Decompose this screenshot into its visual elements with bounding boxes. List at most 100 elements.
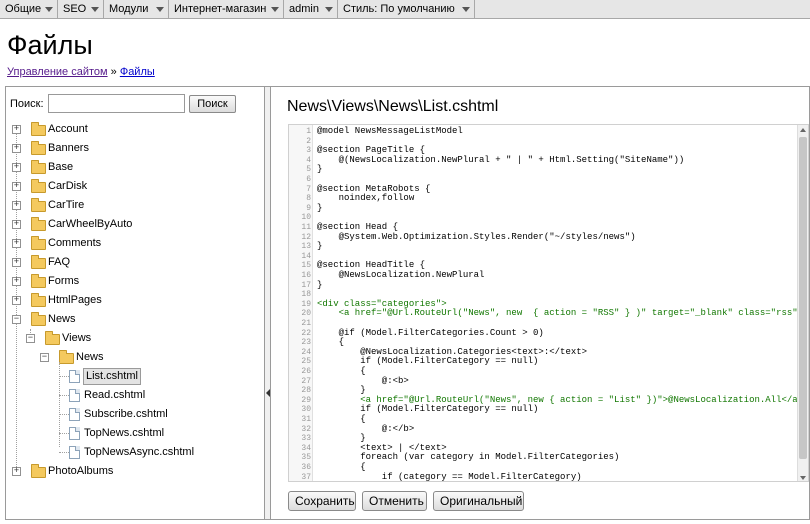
tree-file-subscribe[interactable]: Subscribe.cshtml [53,405,243,424]
code-line: @NewsLocalization.Categories<text>:</tex… [317,346,588,357]
tree-folder-comments[interactable]: + Comments [11,234,251,253]
tree-file-label: TopNewsAsync.cshtml [84,446,195,458]
line-number: 15 [301,261,311,271]
tree-folder-faq[interactable]: + FAQ [11,253,251,272]
folder-icon [31,464,46,478]
tree-file-topnewsasync[interactable]: TopNewsAsync.cshtml [53,443,243,462]
tree-folder-views-news[interactable]: − News [39,348,239,367]
vertical-scrollbar[interactable] [797,125,808,481]
tree-folder-label: CarTire [48,199,85,211]
line-number: 24 [301,347,311,357]
code-line: <div class="categories"> [317,298,447,309]
menu-seo[interactable]: SEO [58,0,104,19]
file-icon [69,427,80,440]
tree-file-read[interactable]: Read.cshtml [53,386,243,405]
minus-icon[interactable]: − [26,334,35,343]
code-line: } [317,433,366,444]
tree-folder-cardisk[interactable]: + CarDisk [11,177,251,196]
minus-icon[interactable]: − [40,353,49,362]
code-line: <a href="@Url.RouteUrl("News", new { act… [317,394,804,405]
line-number: 27 [301,376,311,386]
tree-folder-label: Views [62,332,92,344]
minus-icon[interactable]: − [12,315,21,324]
tree-file-list[interactable]: List.cshtml [53,367,243,386]
file-path-heading: News\Views\News\List.cshtml [287,98,499,115]
plus-icon[interactable]: + [12,163,21,172]
plus-icon[interactable]: + [12,296,21,305]
plus-icon[interactable]: + [12,201,21,210]
save-button[interactable]: Сохранить [288,491,356,511]
scroll-down-icon[interactable] [800,476,806,480]
original-button[interactable]: Оригинальный [433,491,524,511]
search-input[interactable] [48,94,185,113]
tree-guide-line [59,414,69,415]
menu-general[interactable]: Общие [0,0,58,19]
menu-seo-label: SEO [63,3,87,15]
line-number: 33 [301,434,311,444]
code-line: } [317,241,323,252]
tree-folder-carwheelbyauto[interactable]: + CarWheelByAuto [11,215,251,234]
plus-icon[interactable]: + [12,239,21,248]
code-line: @section Head { [317,222,399,232]
collapse-arrow-icon[interactable] [266,389,270,397]
chevron-down-icon [156,7,164,12]
plus-icon[interactable]: + [12,182,21,191]
plus-icon[interactable]: + [12,277,21,286]
breadcrumb: Управление сайтом » Файлы [7,66,155,78]
folder-icon [59,350,74,364]
tree-folder-htmlpages[interactable]: + HtmlPages [11,291,251,310]
tree-folder-banners[interactable]: + Banners [11,139,251,158]
code-line: @section PageTitle { [317,145,426,156]
code-line: @section MetaRobots { [317,183,431,194]
plus-icon[interactable]: + [12,467,21,476]
code-line: <a href="@Url.RouteUrl("News", new { act… [317,308,809,319]
breadcrumb-current-link[interactable]: Файлы [120,66,155,78]
line-number: 10 [301,213,311,223]
menu-style[interactable]: Стиль: По умолчанию [338,0,475,19]
tree-file-label: TopNews.cshtml [84,427,165,439]
top-menu-bar: Общие SEO Модули Интернет-магазин admin … [0,0,810,19]
menu-general-label: Общие [5,3,42,15]
plus-icon[interactable]: + [12,220,21,229]
chevron-down-icon [462,7,470,12]
tree-folder-forms[interactable]: + Forms [11,272,251,291]
line-number: 12 [301,232,311,242]
breadcrumb-root-link[interactable]: Управление сайтом [7,66,108,78]
tree-file-label: List.cshtml [83,368,141,385]
cancel-button[interactable]: Отменить [362,491,427,511]
plus-icon[interactable]: + [12,125,21,134]
code-line: { [317,462,366,472]
plus-icon[interactable]: + [12,144,21,153]
tree-folder-views[interactable]: − Views [25,329,245,348]
panel-splitter[interactable] [265,87,271,519]
tree-folder-base[interactable]: + Base [11,158,251,177]
line-number: 20 [301,309,311,319]
menu-modules[interactable]: Модули [104,0,169,19]
plus-icon[interactable]: + [12,258,21,267]
chevron-down-icon [271,7,279,12]
file-tree-panel: Поиск: Поиск + Account + Banners + Base [6,87,265,519]
menu-shop[interactable]: Интернет-магазин [169,0,284,19]
line-number: 21 [301,319,311,328]
scroll-up-icon[interactable] [800,128,806,132]
tree-folder-cartire[interactable]: + CarTire [11,196,251,215]
tree-folder-account[interactable]: + Account [11,120,251,139]
tree-folder-news[interactable]: − News [11,310,251,329]
tree-folder-photoalbums[interactable]: + PhotoAlbums [11,462,251,481]
tree-folder-label: Forms [48,275,80,287]
line-number: 25 [301,357,311,367]
scrollbar-thumb[interactable] [799,137,807,459]
menu-admin[interactable]: admin [284,0,338,19]
line-number: 17 [301,280,311,290]
folder-icon [31,160,46,174]
line-number: 1 [306,127,311,136]
line-number-gutter: 1 2 3 4 5 6 7 8 9 10 11 12 13 14 15 16 17 18 19 20 21 22 23 24 2… [289,125,313,481]
search-button[interactable]: Поиск [189,95,236,113]
code-editor[interactable]: 1 2 3 4 5 6 7 8 9 10 11 12 13 14 15 16 17 18 19 20 21 22 23 24 2… [288,124,809,482]
line-number: 9 [306,203,311,213]
tree-file-topnews[interactable]: TopNews.cshtml [53,424,243,443]
line-number: 4 [306,155,311,165]
folder-icon [31,198,46,212]
page-title: Файлы [7,30,93,60]
line-number: 29 [301,395,311,405]
